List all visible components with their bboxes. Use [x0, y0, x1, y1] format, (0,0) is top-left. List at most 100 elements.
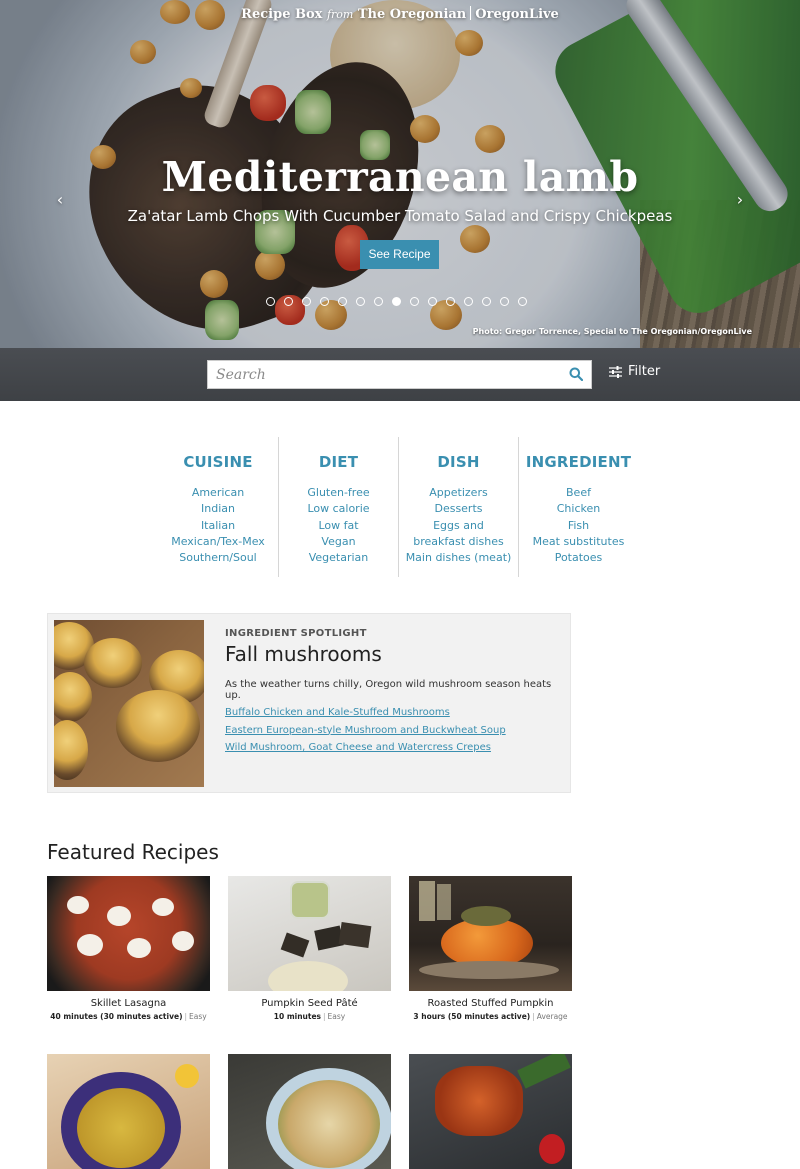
- category-link[interactable]: Low fat: [279, 518, 398, 534]
- brand-paper: The Oregonian: [357, 7, 467, 22]
- recipe-image-bowl: [268, 961, 348, 991]
- category-heading[interactable]: CUISINE: [158, 453, 278, 471]
- recipe-image-cracker: [338, 922, 372, 948]
- brand-from: from: [326, 8, 354, 21]
- carousel-dot[interactable]: [410, 297, 419, 306]
- category-link[interactable]: Southern/Soul: [158, 550, 278, 566]
- site-brand[interactable]: Recipe Box from The Oregonian OregonLive: [0, 6, 800, 22]
- category-link[interactable]: Beef: [519, 485, 638, 501]
- spotlight-links: Buffalo Chicken and Kale-Stuffed Mushroo…: [225, 704, 506, 757]
- meta-separator: |: [532, 1012, 535, 1021]
- featured-title: Featured Recipes: [47, 840, 219, 864]
- hero-subtitle: Za'atar Lamb Chops With Cucumber Tomato …: [127, 207, 673, 225]
- category-link[interactable]: Vegan: [279, 534, 398, 550]
- carousel-dot[interactable]: [392, 297, 401, 306]
- recipe-image-cheese: [172, 931, 194, 951]
- recipe-image[interactable]: [47, 1054, 210, 1169]
- recipe-name[interactable]: Skillet Lasagna: [47, 998, 210, 1009]
- recipe-image-cracker: [280, 932, 310, 958]
- category-link[interactable]: Indian: [158, 501, 278, 517]
- carousel-dot[interactable]: [302, 297, 311, 306]
- category-link[interactable]: Fish: [519, 518, 638, 534]
- recipe-image[interactable]: [228, 1054, 391, 1169]
- category-ingredient: INGREDIENT Beef Chicken Fish Meat substi…: [518, 437, 638, 577]
- category-heading[interactable]: DIET: [279, 453, 398, 471]
- recipe-card[interactable]: Roasted Stuffed Pumpkin 3 hours (50 minu…: [409, 876, 572, 1021]
- category-heading[interactable]: INGREDIENT: [519, 453, 638, 471]
- brand-site: OregonLive: [475, 7, 559, 22]
- spotlight-title: Fall mushrooms: [225, 642, 382, 666]
- photo-credit: Photo: Gregor Torrence, Special to The O…: [472, 327, 752, 336]
- carousel-dot[interactable]: [284, 297, 293, 306]
- filter-label: Filter: [628, 364, 661, 379]
- recipe-card[interactable]: [47, 1054, 210, 1169]
- category-heading[interactable]: DISH: [399, 453, 518, 471]
- filter-button[interactable]: Filter: [609, 364, 660, 379]
- recipe-card[interactable]: [228, 1054, 391, 1169]
- hero-carousel: Recipe Box from The Oregonian OregonLive …: [0, 0, 800, 348]
- recipe-image-glass: [419, 881, 435, 921]
- category-link[interactable]: Chicken: [519, 501, 638, 517]
- carousel-dot[interactable]: [428, 297, 437, 306]
- carousel-dot[interactable]: [464, 297, 473, 306]
- category-link[interactable]: Main dishes (meat): [399, 550, 518, 566]
- category-link[interactable]: Italian: [158, 518, 278, 534]
- spotlight-link[interactable]: Wild Mushroom, Goat Cheese and Watercres…: [225, 739, 506, 757]
- recipe-image-glass: [437, 884, 451, 920]
- recipe-time: 10 minutes: [273, 1012, 322, 1021]
- category-link[interactable]: American: [158, 485, 278, 501]
- category-link[interactable]: Gluten-free: [279, 485, 398, 501]
- category-link[interactable]: Meat substitutes: [519, 534, 638, 550]
- category-link[interactable]: Potatoes: [519, 550, 638, 566]
- spotlight-label: INGREDIENT SPOTLIGHT: [225, 628, 367, 639]
- carousel-dot[interactable]: [320, 297, 329, 306]
- category-link[interactable]: Mexican/Tex-Mex: [158, 534, 278, 550]
- spotlight-description: As the weather turns chilly, Oregon wild…: [225, 679, 552, 701]
- recipe-level: Easy: [327, 1012, 346, 1021]
- search-box: [207, 360, 592, 389]
- recipe-image-cheese: [152, 898, 174, 916]
- recipe-image-cheese: [67, 896, 89, 914]
- recipe-image-soup: [77, 1088, 165, 1168]
- recipe-image-filling: [461, 906, 511, 926]
- category-link[interactable]: Low calorie: [279, 501, 398, 517]
- recipe-name[interactable]: Pumpkin Seed Pâté: [228, 998, 391, 1009]
- spotlight-link[interactable]: Eastern European-style Mushroom and Buck…: [225, 722, 506, 740]
- recipe-card[interactable]: Skillet Lasagna 40 minutes (30 minutes a…: [47, 876, 210, 1021]
- recipe-card[interactable]: Pumpkin Seed Pâté 10 minutes | Easy: [228, 876, 391, 1021]
- meta-separator: |: [323, 1012, 326, 1021]
- carousel-dot[interactable]: [500, 297, 509, 306]
- recipe-level: Average: [536, 1012, 568, 1021]
- recipe-image[interactable]: [228, 876, 391, 991]
- brand-recipe-box: Recipe Box: [241, 7, 323, 22]
- recipe-image-platter: [419, 961, 559, 979]
- carousel-dot[interactable]: [446, 297, 455, 306]
- carousel-dot[interactable]: [374, 297, 383, 306]
- recipe-image[interactable]: [409, 876, 572, 991]
- spotlight-image-mushroom: [54, 720, 88, 780]
- category-link[interactable]: Desserts: [399, 501, 518, 517]
- carousel-dot[interactable]: [518, 297, 527, 306]
- recipe-time: 40 minutes (30 minutes active): [50, 1012, 183, 1021]
- spotlight-link[interactable]: Buffalo Chicken and Kale-Stuffed Mushroo…: [225, 704, 506, 722]
- carousel-dot[interactable]: [266, 297, 275, 306]
- recipe-name[interactable]: Roasted Stuffed Pumpkin: [409, 998, 572, 1009]
- category-link[interactable]: Vegetarian: [279, 550, 398, 566]
- spotlight-image-mushroom: [116, 690, 200, 762]
- carousel-dot[interactable]: [356, 297, 365, 306]
- recipe-card[interactable]: [409, 1054, 572, 1169]
- carousel-dot[interactable]: [482, 297, 491, 306]
- search-input[interactable]: [208, 361, 563, 388]
- carousel-dot[interactable]: [338, 297, 347, 306]
- recipe-image[interactable]: [409, 1054, 572, 1169]
- recipe-meta: 40 minutes (30 minutes active) | Easy: [47, 1012, 210, 1021]
- carousel-dots: [266, 297, 527, 307]
- spotlight-image[interactable]: [54, 620, 204, 787]
- recipe-image[interactable]: [47, 876, 210, 991]
- search-icon[interactable]: [569, 367, 583, 381]
- recipe-image-herb: [517, 1054, 571, 1089]
- category-link[interactable]: Appetizers: [399, 485, 518, 501]
- category-link[interactable]: Eggs and breakfast dishes: [409, 518, 509, 551]
- recipe-meta: 3 hours (50 minutes active) | Average: [409, 1012, 572, 1021]
- see-recipe-button[interactable]: See Recipe: [360, 240, 439, 269]
